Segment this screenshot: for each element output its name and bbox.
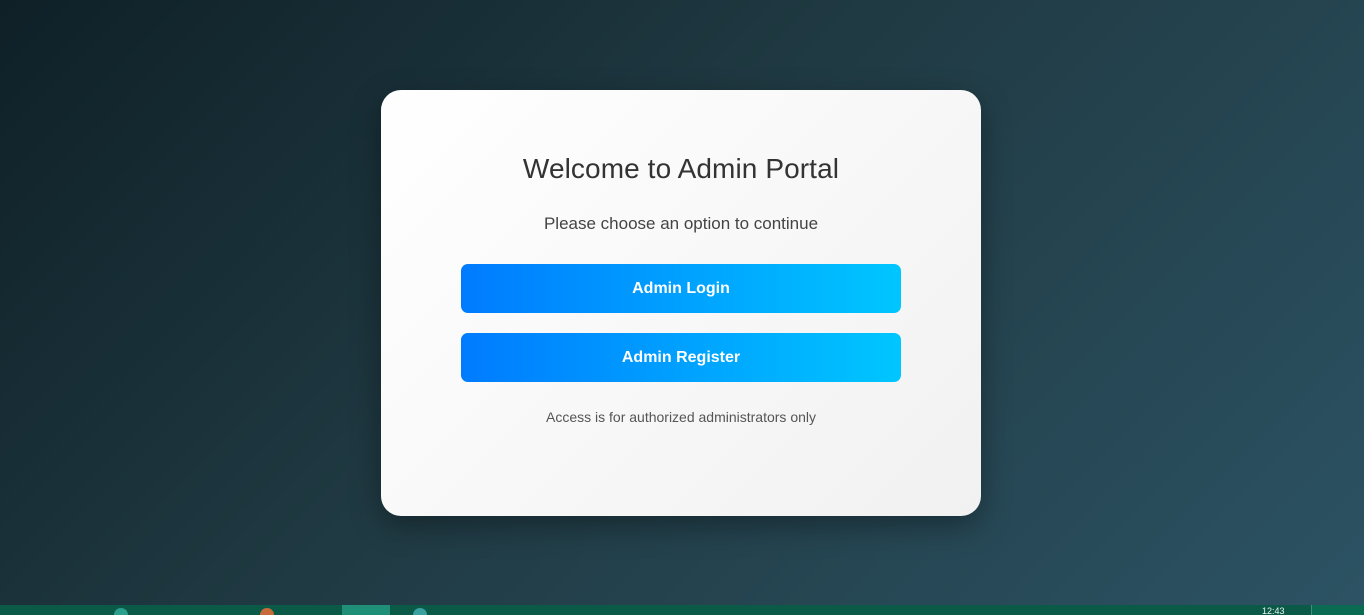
admin-register-button[interactable]: Admin Register	[461, 333, 901, 382]
taskbar-app-icon[interactable]	[413, 608, 427, 615]
taskbar-app-icon[interactable]	[260, 608, 274, 615]
page-subtitle: Please choose an option to continue	[543, 214, 819, 233]
taskbar: 12:43	[0, 605, 1364, 615]
taskbar-active-app[interactable]	[342, 605, 390, 615]
admin-login-button[interactable]: Admin Login	[461, 264, 901, 313]
admin-portal-card: Welcome to Admin Portal Please choose an…	[381, 90, 981, 516]
page-background: Welcome to Admin Portal Please choose an…	[0, 0, 1364, 605]
page-title: Welcome to Admin Portal	[522, 153, 840, 184]
access-note: Access is for authorized administrators …	[546, 409, 816, 425]
taskbar-app-icon[interactable]	[114, 608, 128, 615]
show-desktop-button[interactable]	[1311, 605, 1364, 615]
taskbar-clock[interactable]: 12:43	[1262, 607, 1285, 615]
